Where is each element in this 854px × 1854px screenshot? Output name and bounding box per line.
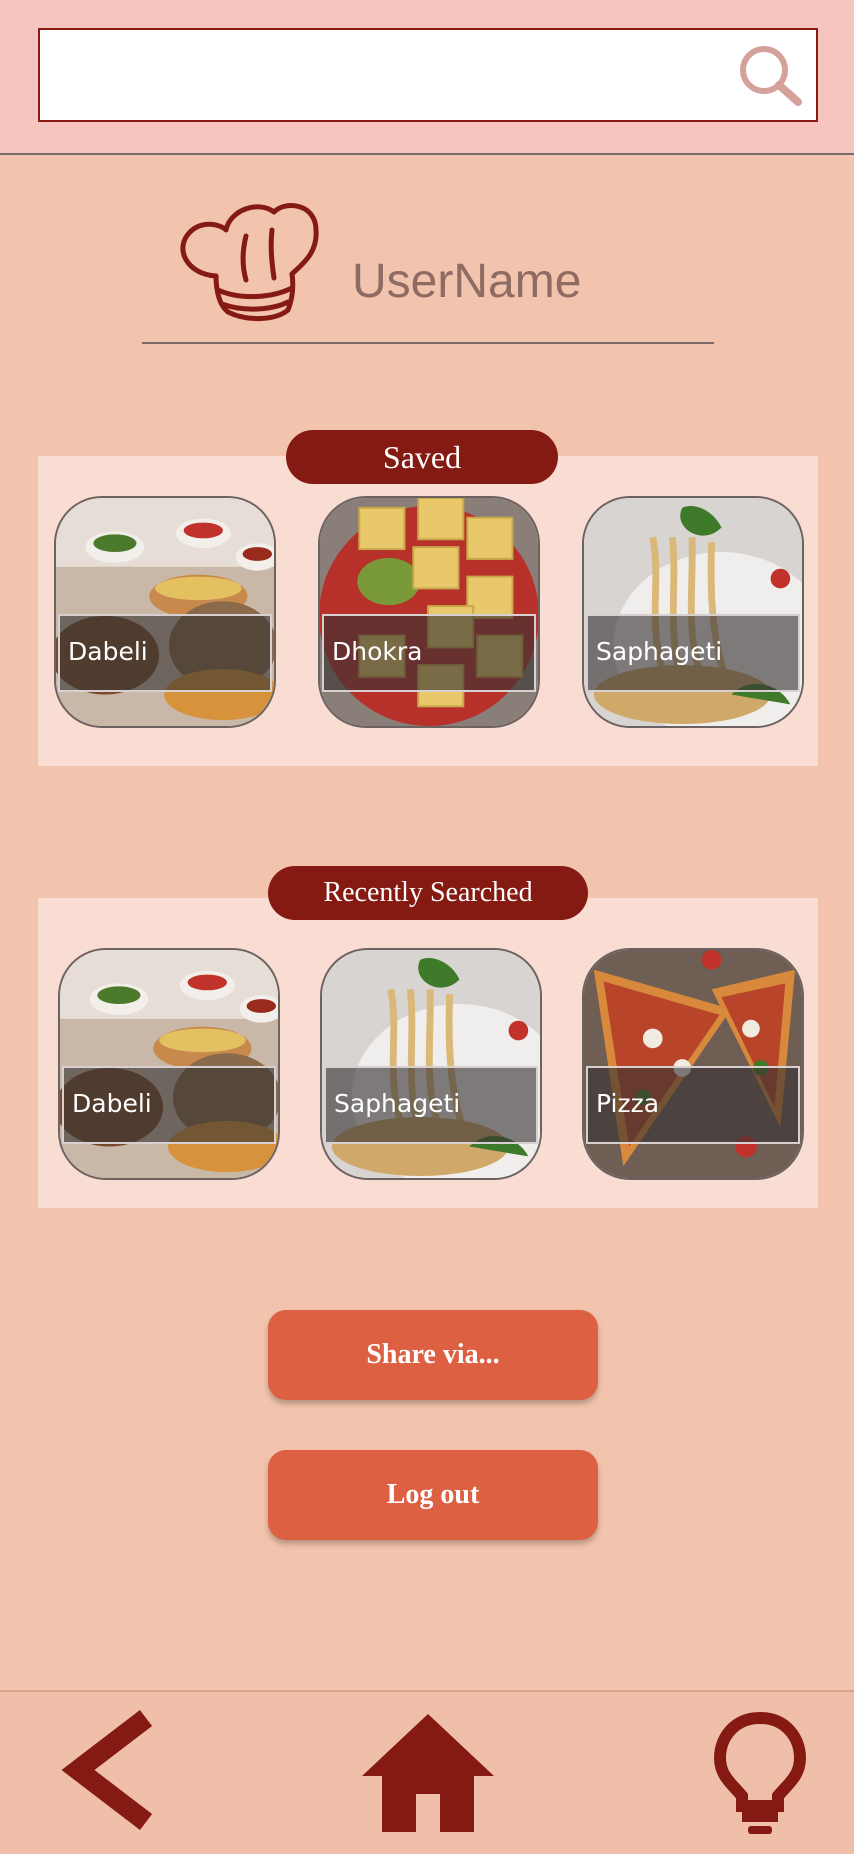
- home-icon[interactable]: [358, 1710, 498, 1834]
- saved-section-title: Saved: [286, 430, 558, 484]
- search-icon[interactable]: [736, 42, 804, 110]
- back-arrow-icon[interactable]: [56, 1710, 156, 1830]
- card-label: Pizza: [586, 1066, 800, 1144]
- recent-card-saphageti[interactable]: Saphageti: [320, 948, 542, 1180]
- username: UserName: [352, 255, 582, 308]
- recent-card-pizza[interactable]: Pizza: [582, 948, 804, 1180]
- saved-card-saphageti[interactable]: Saphageti: [582, 496, 804, 728]
- logout-button[interactable]: Log out: [268, 1450, 598, 1540]
- saved-card-dhokra[interactable]: Dhokra: [318, 496, 540, 728]
- bottom-nav: [0, 1690, 854, 1854]
- search-input[interactable]: [54, 44, 738, 108]
- chef-hat-icon: [180, 203, 319, 322]
- profile-header: UserName: [142, 190, 714, 344]
- header: [0, 0, 854, 155]
- search-box[interactable]: [38, 28, 818, 122]
- card-label: Dhokra: [322, 614, 536, 692]
- lightbulb-icon[interactable]: [712, 1710, 808, 1836]
- recent-card-dabeli[interactable]: Dabeli: [58, 948, 280, 1180]
- recent-section: Dabeli Saphageti Pizza: [38, 898, 818, 1208]
- share-button[interactable]: Share via...: [268, 1310, 598, 1400]
- card-label: Dabeli: [62, 1066, 276, 1144]
- card-label: Dabeli: [58, 614, 272, 692]
- saved-section: Dabeli Dhokra Saphageti: [38, 456, 818, 766]
- recent-section-title: Recently Searched: [268, 866, 588, 920]
- saved-card-dabeli[interactable]: Dabeli: [54, 496, 276, 728]
- card-label: Saphageti: [586, 614, 800, 692]
- card-label: Saphageti: [324, 1066, 538, 1144]
